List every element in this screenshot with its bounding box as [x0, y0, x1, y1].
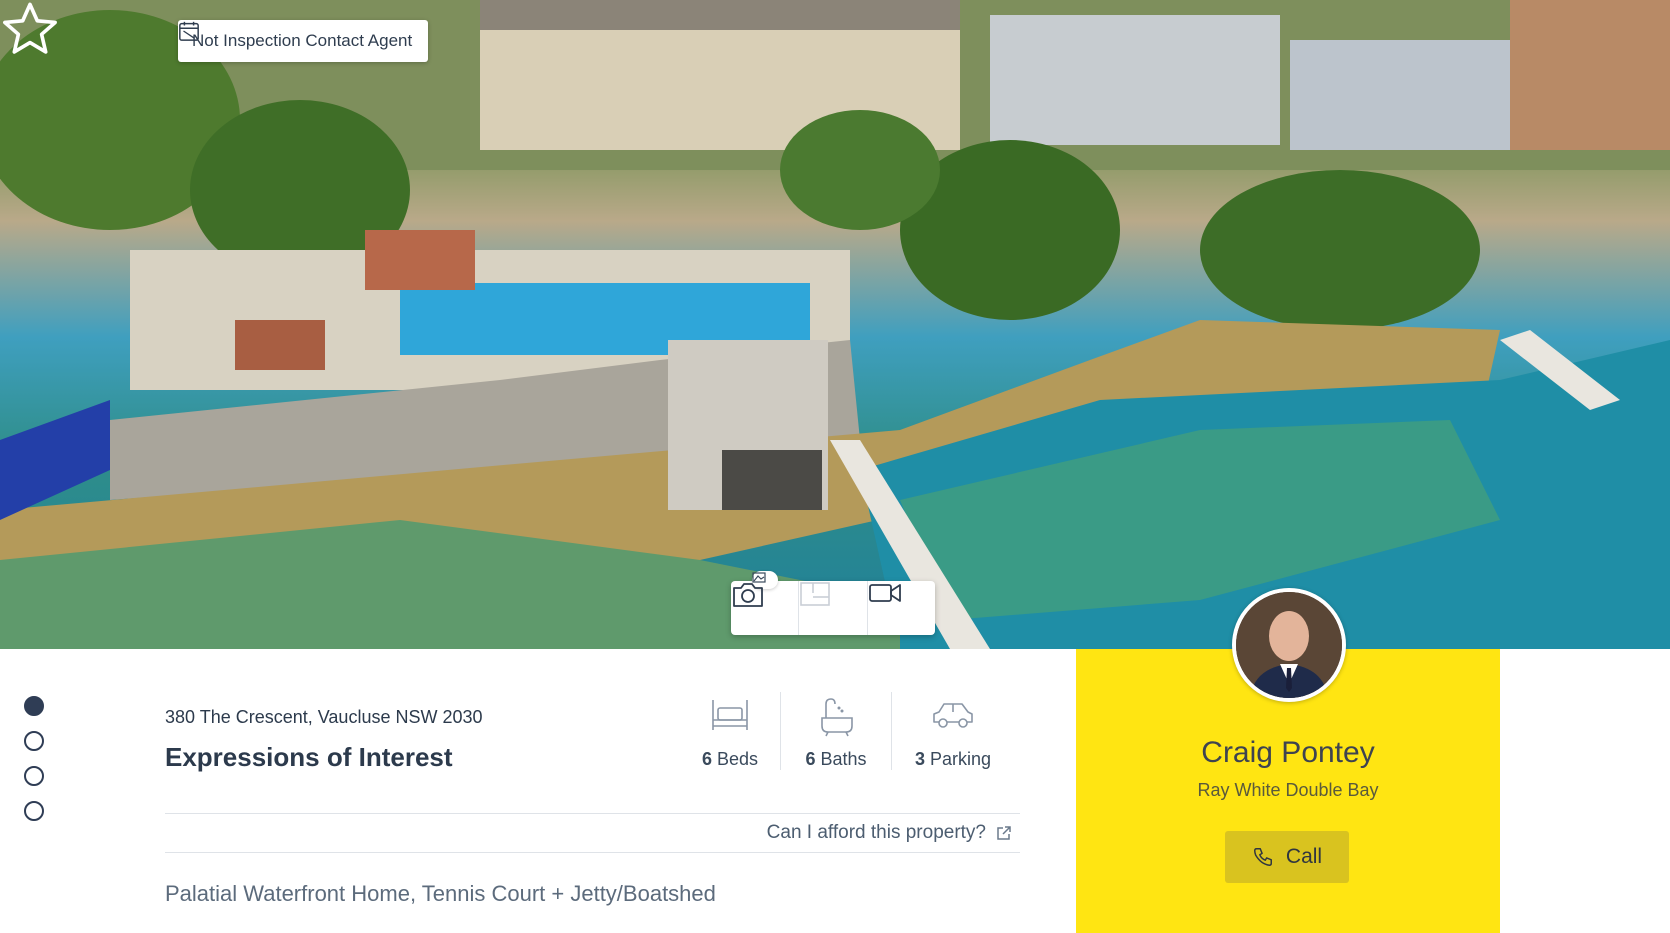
agent-office[interactable]: Ray White Double Bay: [1076, 780, 1500, 801]
bath-icon: [821, 698, 853, 737]
agent-name[interactable]: Craig Pontey: [1076, 736, 1500, 770]
parking-label: Parking: [930, 749, 992, 769]
property-address: 380 The Crescent, Vaucluse NSW 2030: [165, 707, 483, 727]
hero-image[interactable]: Not Inspection Contact Agent: [0, 0, 1670, 649]
calendar-icon: [179, 21, 199, 41]
listing-tagline: Palatial Waterfront Home, Tennis Court +…: [165, 881, 716, 906]
beds-count: 6: [701, 749, 712, 769]
feature-baths: 6 Baths: [780, 692, 891, 770]
bed-icon: [712, 700, 748, 730]
property-features: 6 Beds 6 Baths 3 Parking: [680, 692, 1014, 770]
camera-icon: [733, 583, 763, 607]
pagination-dot-4[interactable]: [24, 801, 44, 821]
agent-photo: [1236, 592, 1342, 698]
baths-count: 6: [805, 749, 816, 769]
parking-count: 3: [914, 749, 925, 769]
listing-headline: Expressions of Interest: [165, 742, 453, 772]
favorite-star-icon[interactable]: [0, 0, 60, 58]
agent-avatar: [1232, 588, 1346, 702]
inspection-badge[interactable]: Not Inspection Contact Agent: [178, 20, 429, 62]
car-icon: [933, 703, 973, 728]
call-button[interactable]: Call: [1225, 831, 1349, 883]
divider: [165, 852, 1020, 853]
pagination-dot-2[interactable]: [24, 731, 44, 751]
tab-video[interactable]: [866, 581, 935, 635]
phone-icon: [1253, 848, 1272, 866]
divider: [165, 813, 1020, 814]
baths-label: Baths: [820, 749, 867, 769]
section-pagination: [24, 696, 44, 836]
feature-beds: 6 Beds: [680, 692, 780, 770]
media-tabs: [731, 571, 935, 635]
tab-photos[interactable]: [731, 571, 798, 635]
beds-label: Beds: [717, 749, 759, 769]
afford-link-label: Can I afford this property?: [766, 822, 986, 843]
feature-parking: 3 Parking: [891, 692, 1014, 770]
floorplan-icon: [800, 582, 831, 606]
pagination-dot-3[interactable]: [24, 766, 44, 786]
video-icon: [868, 584, 901, 602]
afford-property-link[interactable]: Can I afford this property?: [767, 822, 1012, 844]
property-aerial-photo: [0, 0, 1670, 649]
inspection-label: Not Inspection Contact Agent: [192, 31, 413, 50]
call-label: Call: [1285, 845, 1323, 868]
pagination-dot-1[interactable]: [24, 696, 44, 716]
external-link-icon: [997, 826, 1011, 840]
tab-floorplan[interactable]: [798, 581, 866, 635]
